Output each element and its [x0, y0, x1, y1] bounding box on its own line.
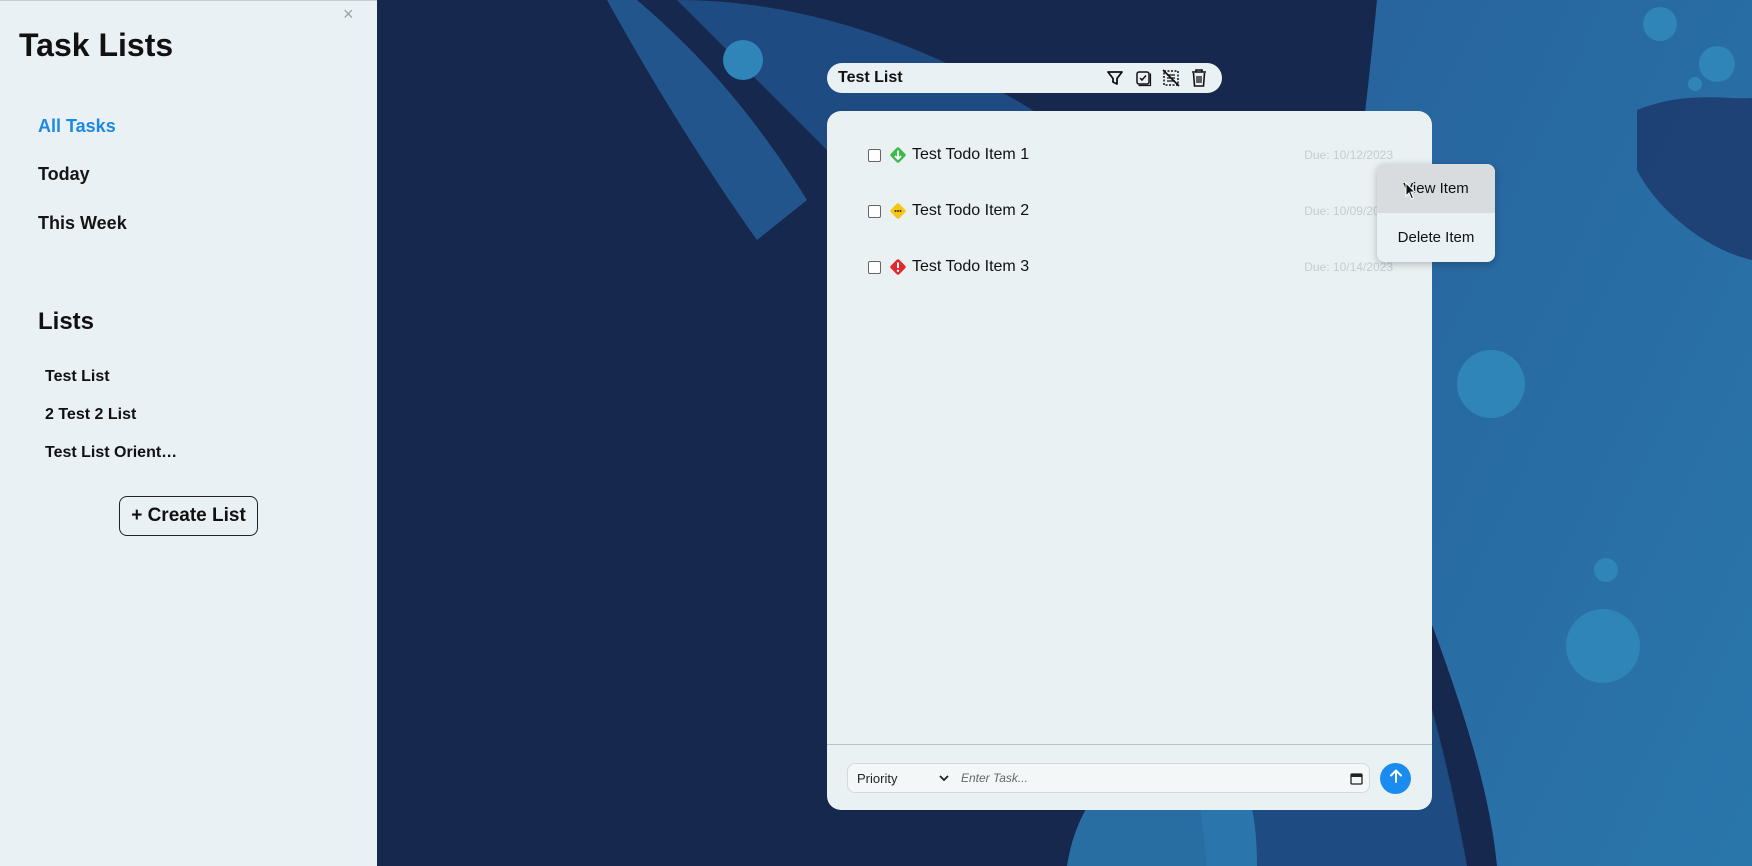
mouse-cursor-icon: [1405, 181, 1417, 205]
todo-checkbox[interactable]: [868, 204, 881, 218]
create-list-button[interactable]: + Create List: [119, 496, 258, 536]
check-square-icon[interactable]: [1132, 67, 1154, 89]
todo-text: Test Todo Item 3: [912, 258, 1030, 275]
list-header: Test List: [827, 63, 1222, 93]
priority-select[interactable]: Priority: [848, 764, 956, 792]
close-sidebar-icon[interactable]: ×: [343, 5, 354, 23]
nav-this-week[interactable]: This Week: [38, 213, 127, 234]
filter-icon[interactable]: [1104, 67, 1126, 89]
list-title: Test List: [838, 69, 903, 86]
todo-checkbox[interactable]: [868, 148, 881, 162]
todo-checkbox[interactable]: [868, 260, 881, 274]
todo-panel: Test Todo Item 1 Due: 10/12/2023 Test To…: [827, 111, 1432, 810]
lists-heading: Lists: [38, 308, 95, 335]
context-menu: View Item Delete Item: [1377, 164, 1495, 262]
priority-low-icon: [887, 144, 909, 166]
todo-row[interactable]: Test Todo Item 1 Due: 10/12/2023: [868, 143, 1393, 167]
list-item-test-list-orient[interactable]: Test List Orient…: [45, 444, 177, 462]
todo-text: Test Todo Item 1: [912, 146, 1030, 163]
todo-due-date: Due: 10/14/2023: [1304, 260, 1393, 274]
arrow-up-icon: [1388, 768, 1404, 789]
view-item-menu-item[interactable]: View Item: [1377, 164, 1495, 213]
todo-due-date: Due: 10/12/2023: [1304, 148, 1393, 162]
deselect-icon[interactable]: [1160, 67, 1182, 89]
task-entry-field: Priority: [847, 763, 1370, 793]
trash-icon[interactable]: [1188, 67, 1210, 89]
priority-medium-icon: [887, 200, 909, 222]
sidebar: × Task Lists All Tasks Today This Week L…: [0, 0, 377, 866]
task-entry-bar: Priority: [827, 744, 1432, 810]
priority-select-label: Priority: [857, 770, 898, 786]
todo-row[interactable]: Test Todo Item 2 Due: 10/09/2023: [868, 199, 1393, 223]
calendar-icon[interactable]: [1343, 764, 1369, 792]
chevron-down-icon: [938, 772, 950, 787]
nav-all-tasks[interactable]: All Tasks: [38, 116, 116, 137]
task-input[interactable]: [956, 764, 1343, 792]
nav-today[interactable]: Today: [38, 164, 90, 185]
list-item-2-test-2-list[interactable]: 2 Test 2 List: [45, 406, 136, 424]
priority-high-icon: [887, 256, 909, 278]
sidebar-title: Task Lists: [19, 27, 174, 63]
submit-task-button[interactable]: [1380, 763, 1411, 794]
todo-text: Test Todo Item 2: [912, 202, 1030, 219]
todo-row[interactable]: Test Todo Item 3 Due: 10/14/2023: [868, 255, 1393, 279]
delete-item-menu-item[interactable]: Delete Item: [1377, 213, 1495, 262]
list-item-test-list[interactable]: Test List: [45, 368, 110, 386]
